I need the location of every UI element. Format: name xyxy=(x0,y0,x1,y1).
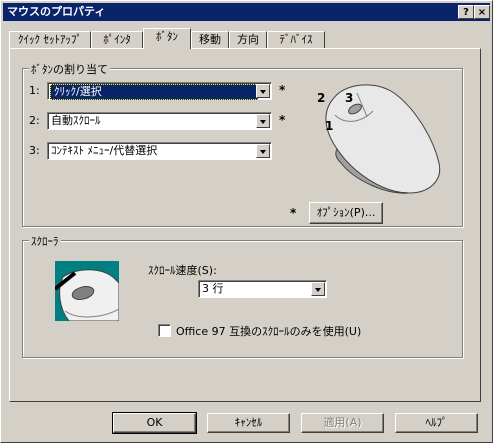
office97-compat-label[interactable]: Office 97 互換のｽｸﾛｰﾙのみを使用(U) xyxy=(176,323,361,339)
help-title-button[interactable]: ? xyxy=(458,5,474,19)
scroll-speed-value: 3 行 xyxy=(202,282,224,295)
tab-quick-setup[interactable]: ｸｲｯｸ ｾｯﾄｱｯﾌﾟ xyxy=(9,31,91,48)
tab-motion[interactable]: 移動 xyxy=(191,31,229,48)
buttons-tab-panel: ﾎﾞﾀﾝの割り当て 1: ｸﾘｯｸ/選択 * 2: 自動ｽｸﾛｰﾙ * 3: ｺ… xyxy=(9,48,481,402)
button-1-star: * xyxy=(279,83,286,97)
chevron-down-icon[interactable] xyxy=(311,282,325,296)
button-1-number: 1: xyxy=(29,84,40,97)
tab-device[interactable]: ﾃﾞﾊﾞｲｽ xyxy=(267,31,325,48)
button-2-value: 自動ｽｸﾛｰﾙ xyxy=(51,114,101,127)
button-2-select[interactable]: 自動ｽｸﾛｰﾙ xyxy=(47,112,272,130)
button-assignment-group: ﾎﾞﾀﾝの割り当て 1: ｸﾘｯｸ/選択 * 2: 自動ｽｸﾛｰﾙ * 3: ｺ… xyxy=(22,61,463,227)
scroll-wheel-illustration-icon xyxy=(55,261,119,321)
scroller-group: ｽｸﾛｰﾗ ｽｸﾛｰﾙ速度(S): 3 行 Office 97 互換のｽｸﾛｰﾙ… xyxy=(22,233,463,358)
chevron-down-icon[interactable] xyxy=(256,144,270,158)
ok-button[interactable]: OK xyxy=(112,412,197,434)
button-2-number: 2: xyxy=(29,114,40,127)
options-star: * xyxy=(290,206,297,220)
button-1-select[interactable]: ｸﾘｯｸ/選択 xyxy=(47,82,272,100)
options-button[interactable]: ｵﾌﾟｼｮﾝ(P)... xyxy=(309,202,383,224)
scroll-speed-select[interactable]: 3 行 xyxy=(198,280,327,298)
button-3-value: ｺﾝﾃｷｽﾄ ﾒﾆｭｰ/代替選択 xyxy=(51,144,158,157)
office97-compat-checkbox[interactable] xyxy=(158,324,171,337)
button-2-star: * xyxy=(279,113,286,127)
chevron-down-icon[interactable] xyxy=(256,114,270,128)
button-assignment-label: ﾎﾞﾀﾝの割り当て xyxy=(29,61,110,77)
tab-buttons[interactable]: ﾎﾞﾀﾝ xyxy=(143,28,191,49)
tab-pointer[interactable]: ﾎﾟｲﾝﾀ xyxy=(91,31,143,48)
button-1-value: ｸﾘｯｸ/選択 xyxy=(50,84,258,100)
title-bar: マウスのプロパティ ? × xyxy=(3,3,490,21)
help-button[interactable]: ﾍﾙﾌﾟ xyxy=(395,413,478,433)
button-3-select[interactable]: ｺﾝﾃｷｽﾄ ﾒﾆｭｰ/代替選択 xyxy=(47,142,272,160)
tab-orientation[interactable]: 方向 xyxy=(229,31,267,48)
chevron-down-icon[interactable] xyxy=(256,84,270,98)
mouse-label-3: 3 xyxy=(345,91,354,105)
mouse-properties-dialog: マウスのプロパティ ? × ｸｲｯｸ ｾｯﾄｱｯﾌﾟ ﾎﾟｲﾝﾀ ﾎﾞﾀﾝ 移動… xyxy=(0,0,493,443)
mouse-label-2: 2 xyxy=(317,91,326,105)
apply-button[interactable]: 適用(A) xyxy=(301,413,384,433)
scroll-speed-label: ｽｸﾛｰﾙ速度(S): xyxy=(148,264,217,277)
button-3-number: 3: xyxy=(29,144,40,157)
scroller-label: ｽｸﾛｰﾗ xyxy=(29,233,61,249)
mouse-label-1: 1 xyxy=(325,119,334,133)
window-title: マウスのプロパティ xyxy=(7,5,106,18)
cancel-button[interactable]: ｷｬﾝｾﾙ xyxy=(207,413,290,433)
close-button[interactable]: × xyxy=(474,5,490,19)
